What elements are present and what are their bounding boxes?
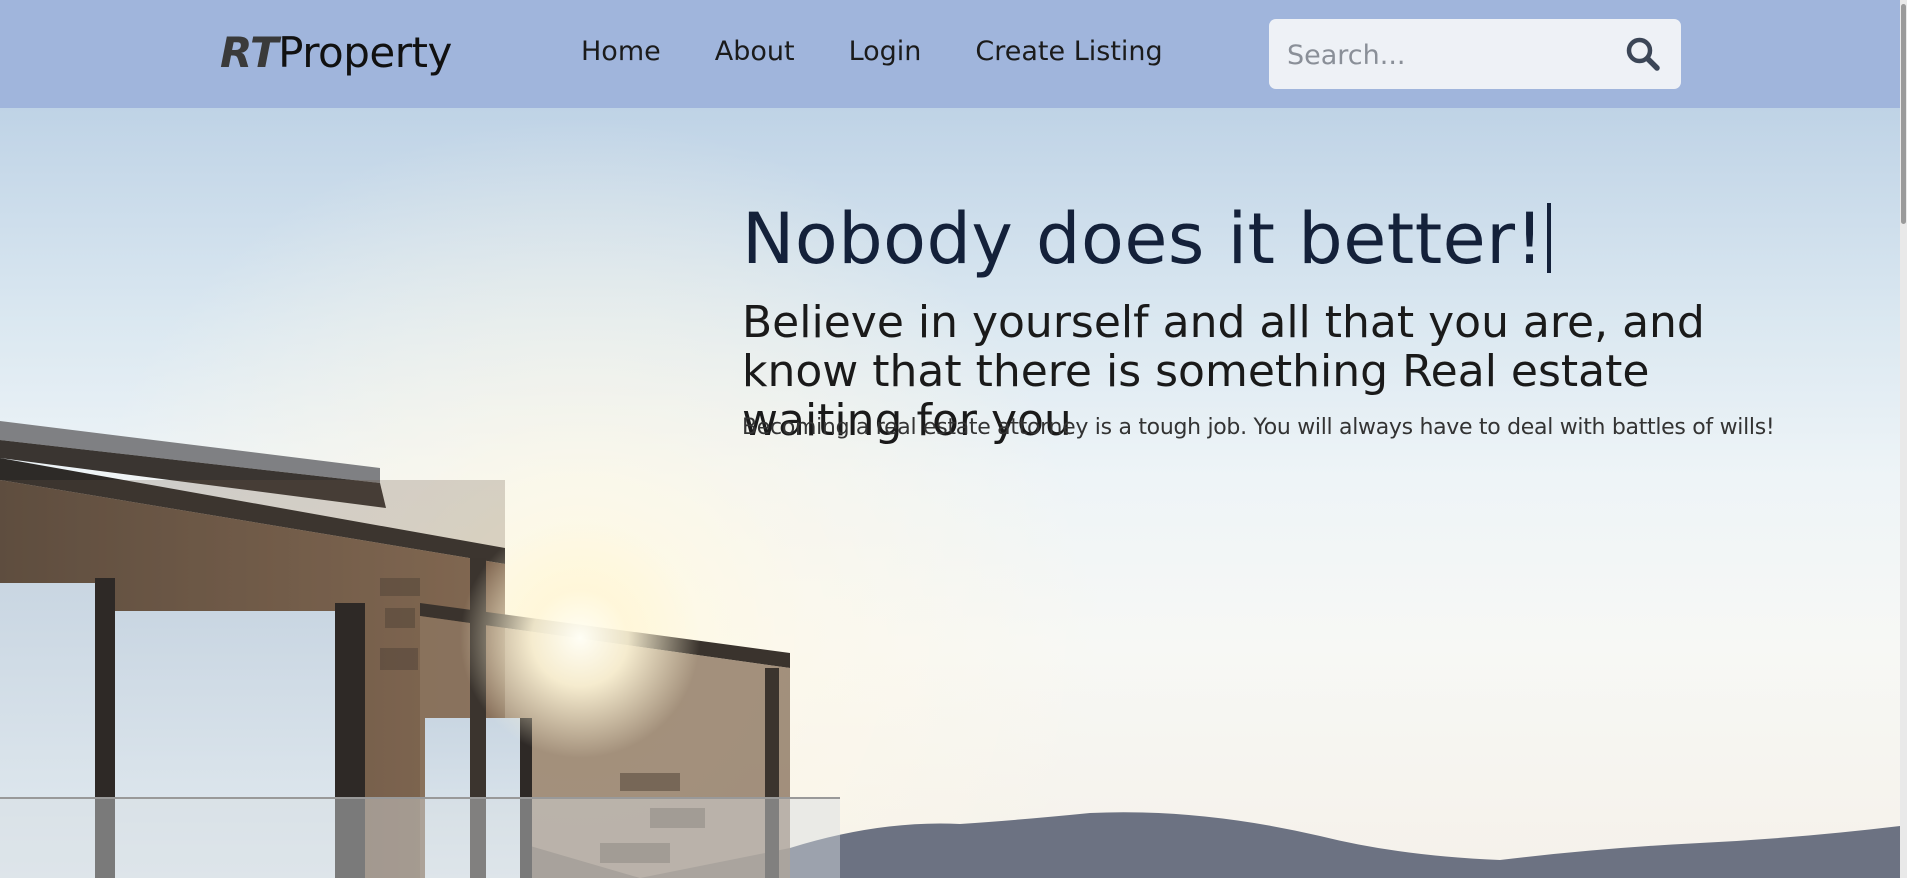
nav-about-link[interactable]: About [715, 36, 795, 67]
nav-login-link[interactable]: Login [849, 36, 922, 67]
search-input[interactable] [1285, 19, 1619, 91]
logo-property: Property [278, 28, 452, 77]
logo-rt: RT [220, 28, 279, 77]
site-logo[interactable]: RTProperty [220, 28, 452, 77]
search-box [1269, 19, 1681, 91]
nav-create-listing-link[interactable]: Create Listing [975, 36, 1162, 67]
top-navbar: RTProperty Home About Login Create Listi… [0, 0, 1907, 108]
hero-section: Nobody does it better! Believe in yourse… [0, 108, 1900, 878]
main-nav: Home About Login Create Listing [581, 36, 1217, 67]
typing-cursor [1547, 203, 1552, 273]
nav-home-link[interactable]: Home [581, 36, 661, 67]
hero-headline: Nobody does it better! [742, 198, 1552, 280]
page-scrollbar[interactable] [1900, 0, 1907, 878]
hero-headline-text: Nobody does it better! [742, 198, 1545, 280]
search-icon[interactable] [1625, 36, 1661, 72]
scrollbar-thumb[interactable] [1901, 4, 1906, 224]
hero-tagline: Becoming a real estate attorney is a tou… [742, 415, 1775, 440]
